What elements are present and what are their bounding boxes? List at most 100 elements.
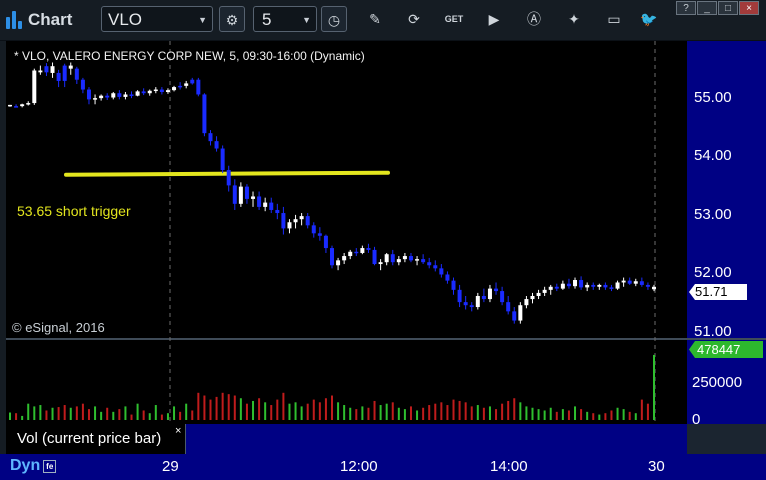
volume-bar xyxy=(203,395,206,420)
dynamic-mode-toggle[interactable]: Dyn fe xyxy=(10,457,57,475)
volume-bar xyxy=(422,407,425,420)
candle-body xyxy=(652,286,656,290)
volume-bar xyxy=(276,399,279,420)
volume-bar xyxy=(397,407,400,420)
volume-bar xyxy=(367,407,370,420)
volume-bar xyxy=(209,399,212,420)
candle-body xyxy=(153,89,158,92)
candle-body xyxy=(14,106,19,108)
candle-body xyxy=(172,87,177,91)
volume-bar xyxy=(27,403,30,420)
volume-bar xyxy=(646,403,649,420)
volume-bar xyxy=(476,405,479,420)
chart-header: * VLO, VALERO ENERGY CORP NEW, 5, 09:30-… xyxy=(14,49,365,63)
dynamic-mode-label: Dyn xyxy=(10,457,41,474)
candle-body xyxy=(26,103,31,105)
volume-bar xyxy=(555,411,558,420)
candle-body xyxy=(123,94,128,97)
volume-bar xyxy=(640,399,643,420)
candle-body xyxy=(311,225,316,234)
price-tick: 55.00 xyxy=(694,89,732,106)
candle-body xyxy=(627,280,632,284)
candle-body xyxy=(117,93,122,97)
candle-body xyxy=(159,89,164,92)
candle-body xyxy=(579,280,584,288)
volume-bar xyxy=(391,402,394,420)
candle-body xyxy=(190,79,195,84)
volume-bar xyxy=(458,400,461,420)
candle-body xyxy=(38,70,43,73)
candle-body xyxy=(384,254,389,263)
volume-bar xyxy=(258,398,261,420)
volume-bar xyxy=(87,409,90,420)
candle-body xyxy=(506,302,511,312)
volume-bar xyxy=(264,402,267,420)
candle-body xyxy=(44,66,49,73)
candle-body xyxy=(475,295,480,308)
volume-bar xyxy=(574,406,577,420)
candle-body xyxy=(445,274,450,281)
candle-body xyxy=(226,170,231,186)
volume-bar xyxy=(580,409,583,420)
volume-bar xyxy=(488,406,491,420)
candle-body xyxy=(542,289,547,293)
volume-bar xyxy=(567,410,570,420)
fe-badge-icon: fe xyxy=(43,459,57,473)
candle-body xyxy=(433,265,438,269)
candle-body xyxy=(80,79,85,90)
candle-body xyxy=(469,305,474,308)
volume-bar xyxy=(561,409,564,420)
volume-bar xyxy=(586,411,589,420)
volume-bar xyxy=(549,407,552,420)
volume-bar xyxy=(233,395,236,420)
volume-bar xyxy=(9,412,11,420)
volume-bar xyxy=(604,413,607,420)
volume-bar xyxy=(373,400,376,420)
candle-body xyxy=(633,281,638,284)
candle-body xyxy=(111,93,116,98)
volume-bar xyxy=(69,407,72,420)
candle-body xyxy=(323,235,328,249)
volume-bar xyxy=(616,407,619,420)
price-tick: 52.00 xyxy=(694,264,732,281)
volume-bar xyxy=(124,406,127,420)
volume-bar xyxy=(136,403,139,420)
volume-bar xyxy=(331,395,333,420)
candle-body xyxy=(415,259,420,261)
volume-bar xyxy=(112,411,115,420)
candle-body xyxy=(293,219,298,223)
volume-bar xyxy=(15,413,18,420)
candle-body xyxy=(372,249,377,265)
volume-bar xyxy=(100,411,103,420)
volume-bar xyxy=(464,402,467,420)
volume-bar xyxy=(634,413,637,420)
candle-body xyxy=(512,311,517,321)
candle-body xyxy=(573,280,578,287)
volume-bar xyxy=(75,406,78,420)
candle-body xyxy=(342,256,347,261)
candle-body xyxy=(348,251,353,257)
candle-body xyxy=(621,280,626,283)
candle-body xyxy=(530,295,535,300)
volume-bar xyxy=(531,407,534,420)
volume-bar xyxy=(495,409,498,420)
volume-bar xyxy=(507,400,510,420)
volume-bar xyxy=(142,410,145,420)
volume-bar xyxy=(148,413,151,420)
candle-body xyxy=(427,262,432,266)
volume-tick: 250000 xyxy=(692,374,743,391)
volume-bar xyxy=(610,410,613,420)
candle-body xyxy=(62,65,67,81)
volume-bar xyxy=(409,406,412,420)
candle-body xyxy=(141,91,146,94)
candle-body xyxy=(74,68,79,80)
volume-bar xyxy=(94,406,97,420)
candle-body xyxy=(366,248,371,250)
candle-body xyxy=(269,202,274,210)
candle-body xyxy=(560,283,565,289)
volume-bar xyxy=(252,400,255,420)
candle-body xyxy=(554,286,559,289)
candle-body xyxy=(548,286,553,290)
candle-body xyxy=(439,268,444,275)
volume-bar xyxy=(106,407,109,420)
